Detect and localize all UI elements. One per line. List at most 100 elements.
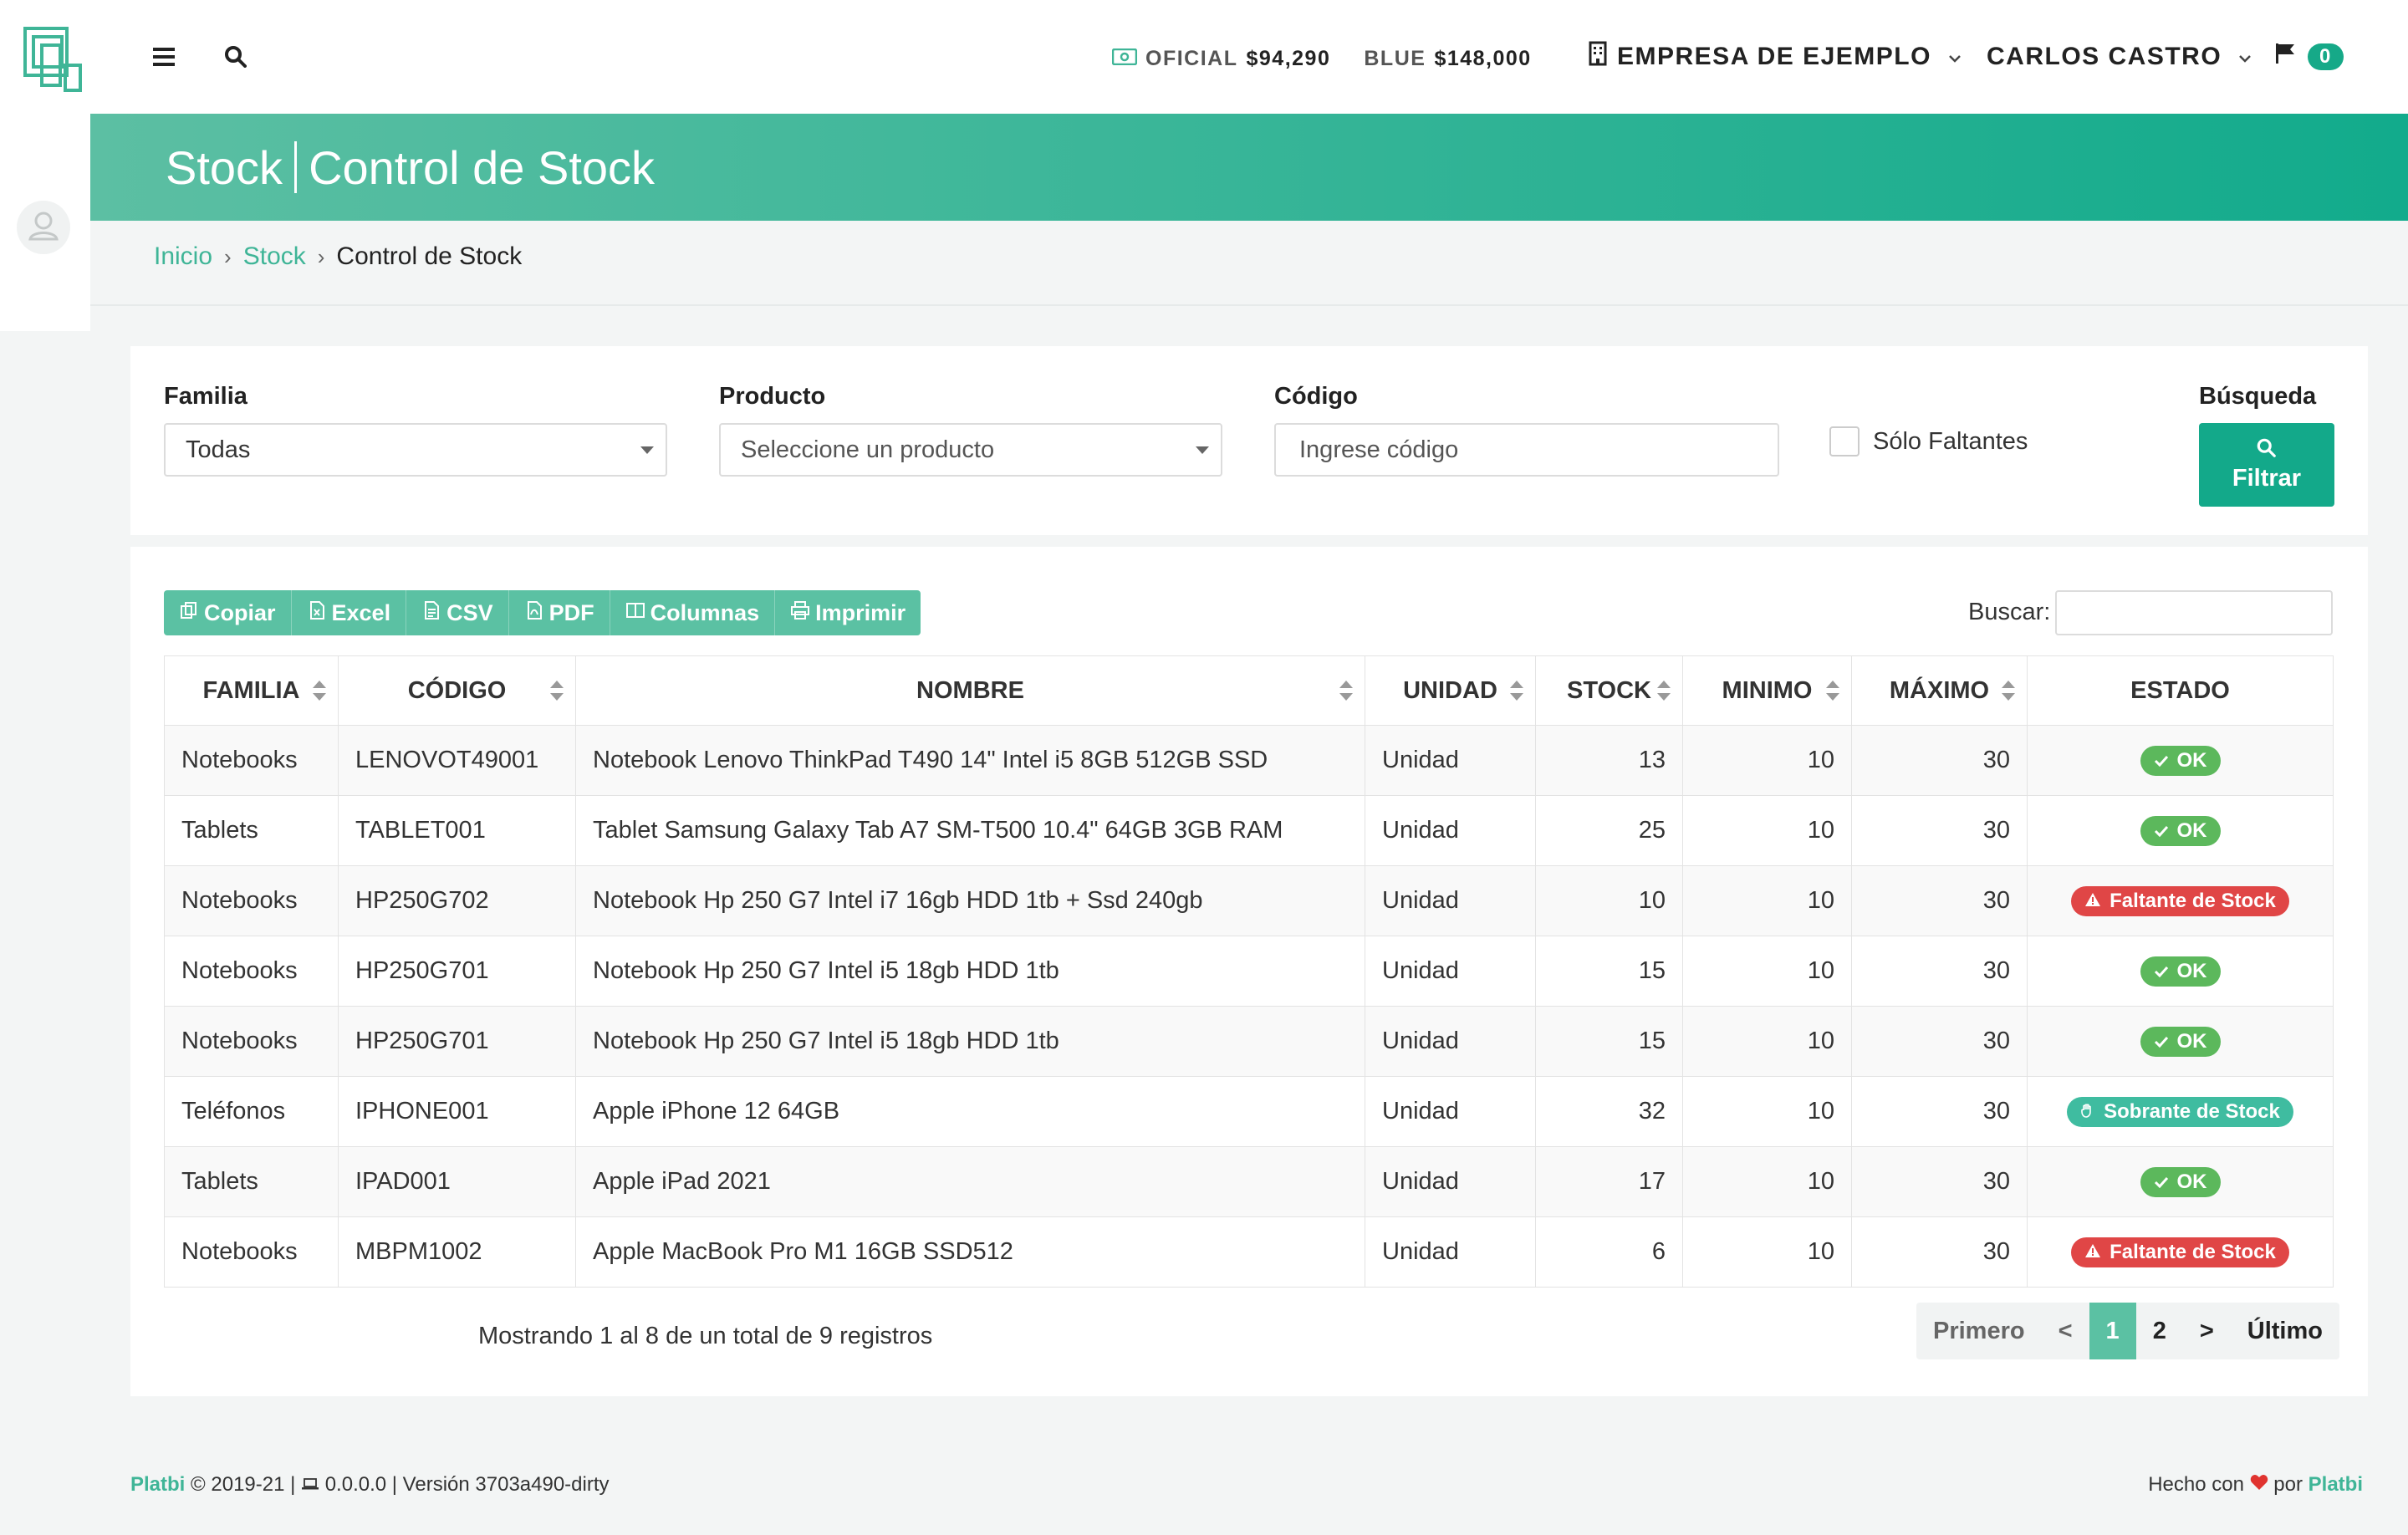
cell-nombre: Notebook Hp 250 G7 Intel i5 18gb HDD 1tb bbox=[575, 1006, 1365, 1077]
page-title: Stock Control de Stock bbox=[166, 114, 655, 221]
csv-button[interactable]: CSV bbox=[406, 590, 509, 635]
table-row: Teléfonos IPHONE001 Apple iPhone 12 64GB Un… bbox=[164, 1076, 2334, 1147]
cell-minimo: 10 bbox=[1682, 1076, 1852, 1147]
table-header-row: FAMILIA CÓDIGO NOMBRE UNIDAD STOCK MINIM… bbox=[164, 655, 2334, 726]
pagination-next[interactable]: > bbox=[2183, 1303, 2231, 1359]
table-row: Tablets TABLET001 Tablet Samsung Galaxy Ta… bbox=[164, 795, 2334, 866]
status-label: Faltante de Stock bbox=[2110, 889, 2276, 912]
breadcrumb: Inicio › Stock › Control de Stock bbox=[154, 242, 522, 271]
familia-select[interactable]: Todas bbox=[164, 423, 667, 477]
cell-minimo: 10 bbox=[1682, 865, 1852, 936]
familia-label: Familia bbox=[164, 383, 247, 410]
cell-nombre: Apple iPhone 12 64GB bbox=[575, 1076, 1365, 1147]
page-header-band: Stock Control de Stock bbox=[90, 114, 2408, 221]
chevron-down-icon bbox=[1948, 46, 1962, 68]
copy-button[interactable]: Copiar bbox=[164, 590, 292, 635]
cell-maximo: 30 bbox=[1851, 1216, 2028, 1288]
print-label: Imprimir bbox=[815, 599, 906, 625]
cell-familia: Tablets bbox=[164, 795, 339, 866]
status-label: OK bbox=[2176, 818, 2207, 842]
cell-maximo: 30 bbox=[1851, 1076, 2028, 1147]
search-icon[interactable] bbox=[221, 42, 251, 72]
pagination-first[interactable]: Primero bbox=[1916, 1303, 2042, 1359]
cell-unidad: Unidad bbox=[1365, 1216, 1536, 1288]
exchange-rates: OFICIAL $94,290 BLUE $148,000 bbox=[1111, 42, 1532, 75]
column-header-nombre[interactable]: NOMBRE bbox=[575, 655, 1365, 726]
cell-maximo: 30 bbox=[1851, 795, 2028, 866]
cell-familia: Tablets bbox=[164, 1146, 339, 1217]
table-row: Notebooks LENOVOT49001 Notebook Lenovo Thi… bbox=[164, 725, 2334, 796]
cell-maximo: 30 bbox=[1851, 936, 2028, 1007]
cell-maximo: 30 bbox=[1851, 1146, 2028, 1217]
check-icon bbox=[2154, 749, 2169, 773]
chevron-down-icon bbox=[2238, 46, 2252, 68]
sort-icon bbox=[313, 681, 326, 701]
cell-codigo: TABLET001 bbox=[338, 795, 576, 866]
avatar[interactable] bbox=[17, 201, 70, 254]
cell-stock: 25 bbox=[1535, 795, 1683, 866]
footer-maker-link[interactable]: Platbi bbox=[2309, 1473, 2363, 1496]
footer-brand-link[interactable]: Platbi bbox=[130, 1473, 185, 1496]
copy-icon bbox=[179, 600, 199, 626]
table-body: Notebooks LENOVOT49001 Notebook Lenovo Thi… bbox=[164, 725, 2334, 1288]
sort-icon bbox=[1826, 681, 1839, 701]
busqueda-label: Búsqueda bbox=[2199, 383, 2317, 410]
cell-estado: Faltante de Stock bbox=[2027, 865, 2334, 936]
column-header-unidad[interactable]: UNIDAD bbox=[1365, 655, 1536, 726]
cell-codigo: IPHONE001 bbox=[338, 1076, 576, 1147]
pagination-page-2[interactable]: 2 bbox=[2136, 1303, 2183, 1359]
cell-estado: OK bbox=[2027, 1006, 2334, 1077]
codigo-input[interactable]: Ingrese código bbox=[1274, 423, 1779, 477]
cell-codigo: HP250G701 bbox=[338, 1006, 576, 1077]
cell-nombre: Apple iPad 2021 bbox=[575, 1146, 1365, 1217]
cell-familia: Notebooks bbox=[164, 865, 339, 936]
status-badge: Faltante de Stock bbox=[2071, 885, 2289, 916]
cell-nombre: Tablet Samsung Galaxy Tab A7 SM-T500 10.… bbox=[575, 795, 1365, 866]
pdf-button[interactable]: PDF bbox=[508, 590, 610, 635]
table-info: Mostrando 1 al 8 de un total de 9 regist… bbox=[478, 1323, 933, 1349]
table-search-label: Buscar: bbox=[1968, 599, 2051, 625]
column-header-minimo[interactable]: MINIMO bbox=[1682, 655, 1852, 726]
pagination-last[interactable]: Último bbox=[2231, 1303, 2339, 1359]
producto-select[interactable]: Seleccione un producto bbox=[719, 423, 1222, 477]
column-header-maximo[interactable]: MÁXIMO bbox=[1851, 655, 2028, 726]
column-header-stock[interactable]: STOCK bbox=[1535, 655, 1683, 726]
columns-icon bbox=[625, 600, 645, 626]
breadcrumb-inicio[interactable]: Inicio bbox=[154, 242, 212, 271]
excel-file-icon bbox=[307, 600, 327, 626]
search-icon bbox=[2257, 437, 2277, 465]
user-menu[interactable]: CARLOS CASTRO bbox=[1987, 38, 2252, 75]
company-selector[interactable]: EMPRESA DE EJEMPLO bbox=[1589, 38, 1962, 75]
page-subtitle: Control de Stock bbox=[309, 140, 656, 194]
cell-maximo: 30 bbox=[1851, 1006, 2028, 1077]
pagination-page-1[interactable]: 1 bbox=[2089, 1303, 2136, 1359]
column-header-familia[interactable]: FAMILIA bbox=[164, 655, 339, 726]
filter-button[interactable]: Filtrar bbox=[2199, 423, 2334, 507]
columns-button[interactable]: Columnas bbox=[610, 590, 776, 635]
cell-maximo: 30 bbox=[1851, 865, 2028, 936]
solo-faltantes-checkbox[interactable] bbox=[1829, 426, 1860, 456]
hamburger-menu-icon[interactable] bbox=[149, 42, 179, 72]
sort-icon bbox=[1657, 681, 1671, 701]
cell-familia: Teléfonos bbox=[164, 1076, 339, 1147]
status-badge: OK bbox=[2140, 745, 2221, 776]
laptop-icon bbox=[301, 1473, 319, 1496]
status-label: Sobrante de Stock bbox=[2104, 1099, 2280, 1123]
print-button[interactable]: Imprimir bbox=[775, 590, 921, 635]
codigo-label: Código bbox=[1274, 383, 1358, 410]
cell-unidad: Unidad bbox=[1365, 795, 1536, 866]
footer-version: | Versión 3703a490-dirty bbox=[391, 1473, 610, 1496]
excel-button[interactable]: Excel bbox=[291, 590, 407, 635]
cell-codigo: HP250G701 bbox=[338, 936, 576, 1007]
cell-unidad: Unidad bbox=[1365, 936, 1536, 1007]
sort-icon bbox=[1510, 681, 1523, 701]
cell-estado: OK bbox=[2027, 936, 2334, 1007]
pagination-prev[interactable]: < bbox=[2042, 1303, 2089, 1359]
caret-down-icon bbox=[640, 446, 654, 454]
app-logo[interactable] bbox=[23, 27, 84, 94]
cell-unidad: Unidad bbox=[1365, 1076, 1536, 1147]
column-header-codigo[interactable]: CÓDIGO bbox=[338, 655, 576, 726]
table-search-input[interactable] bbox=[2055, 590, 2333, 635]
breadcrumb-stock[interactable]: Stock bbox=[243, 242, 306, 271]
notifications[interactable]: 0 bbox=[2274, 38, 2344, 75]
